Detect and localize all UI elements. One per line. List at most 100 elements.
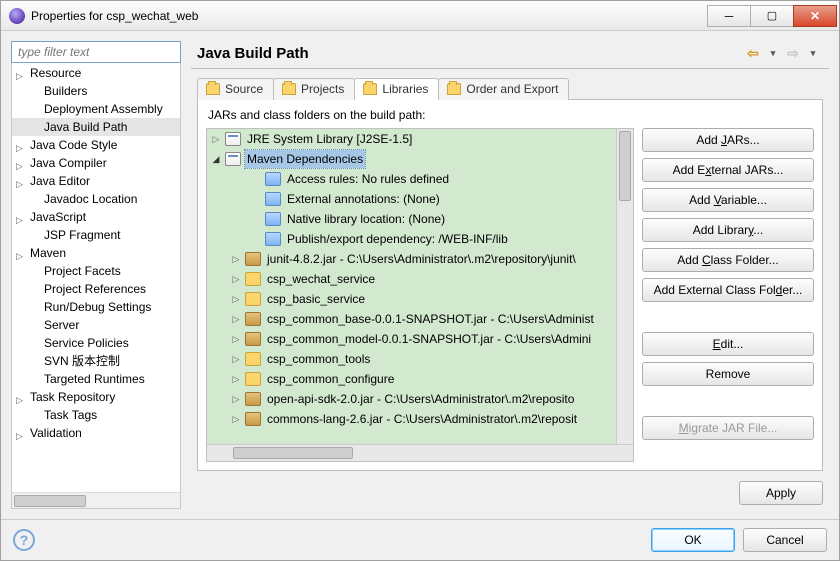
library-tree-row[interactable]: ▷csp_wechat_service bbox=[207, 269, 616, 289]
expand-icon[interactable]: ▷ bbox=[231, 310, 241, 328]
remove-button[interactable]: Remove bbox=[642, 362, 814, 386]
expand-icon[interactable] bbox=[16, 427, 26, 437]
expand-icon[interactable]: ▷ bbox=[231, 290, 241, 308]
sidebar-hscrollbar[interactable] bbox=[12, 492, 180, 508]
library-tree-row[interactable]: ▷junit-4.8.2.jar - C:\Users\Administrato… bbox=[207, 249, 616, 269]
expand-icon[interactable]: ▷ bbox=[231, 370, 241, 388]
library-label: External annotations: (None) bbox=[285, 190, 442, 208]
add-jars-button[interactable]: Add JARs... bbox=[642, 128, 814, 152]
sidebar-item[interactable]: JSP Fragment bbox=[12, 226, 180, 244]
forward-icon[interactable]: ⇨ bbox=[785, 46, 801, 62]
sidebar-item-label: Javadoc Location bbox=[44, 192, 137, 206]
sidebar-item[interactable]: Javadoc Location bbox=[12, 190, 180, 208]
sidebar-item-label: Maven bbox=[30, 246, 66, 260]
add-variable-button[interactable]: Add Variable... bbox=[642, 188, 814, 212]
help-icon[interactable]: ? bbox=[13, 529, 35, 551]
close-button[interactable] bbox=[793, 5, 837, 27]
libraries-tree-wrapper: ▷JRE System Library [J2SE-1.5]◢Maven Dep… bbox=[206, 128, 634, 462]
back-menu-icon[interactable]: ▾ bbox=[765, 46, 781, 62]
tree-hscrollbar[interactable] bbox=[207, 444, 633, 461]
library-label: csp_basic_service bbox=[265, 290, 367, 308]
apply-button[interactable]: Apply bbox=[739, 481, 823, 505]
sidebar-item[interactable]: Task Tags bbox=[12, 406, 180, 424]
add-library-button[interactable]: Add Library... bbox=[642, 218, 814, 242]
jar-icon bbox=[245, 312, 261, 326]
sidebar-item[interactable]: Java Editor bbox=[12, 172, 180, 190]
expand-icon[interactable]: ◢ bbox=[211, 150, 221, 168]
add-external-jars-button[interactable]: Add External JARs... bbox=[642, 158, 814, 182]
dialog-footer: ? OK Cancel bbox=[1, 519, 839, 560]
maximize-button[interactable] bbox=[750, 5, 794, 27]
category-tree[interactable]: ResourceBuildersDeployment Assembly Java … bbox=[12, 62, 180, 492]
expand-icon[interactable]: ▷ bbox=[211, 130, 221, 148]
library-tree-row[interactable]: ▷commons-lang-2.6.jar - C:\Users\Adminis… bbox=[207, 409, 616, 429]
minimize-button[interactable] bbox=[707, 5, 751, 27]
sidebar-item-label: SVN 版本控制 bbox=[44, 354, 120, 368]
add-class-folder-button[interactable]: Add Class Folder... bbox=[642, 248, 814, 272]
sidebar-item[interactable]: Java Code Style bbox=[12, 136, 180, 154]
sidebar-item-label: Java Build Path bbox=[44, 120, 127, 134]
expand-icon[interactable] bbox=[16, 175, 26, 185]
library-tree-row[interactable]: ▷csp_common_model-0.0.1-SNAPSHOT.jar - C… bbox=[207, 329, 616, 349]
library-tree-row[interactable]: ◢Maven Dependencies bbox=[207, 149, 616, 169]
sidebar-item[interactable]: Project References bbox=[12, 280, 180, 298]
forward-menu-icon[interactable]: ▾ bbox=[805, 46, 821, 62]
tab-source[interactable]: Source bbox=[197, 78, 274, 100]
library-tree-row[interactable]: External annotations: (None) bbox=[207, 189, 616, 209]
library-tree-row[interactable]: Publish/export dependency: /WEB-INF/lib bbox=[207, 229, 616, 249]
expand-icon[interactable]: ▷ bbox=[231, 410, 241, 428]
sidebar-item-label: Targeted Runtimes bbox=[44, 372, 145, 386]
sidebar-item[interactable]: Validation bbox=[12, 424, 180, 442]
sidebar-item[interactable]: JavaScript bbox=[12, 208, 180, 226]
library-tree-row[interactable]: ▷JRE System Library [J2SE-1.5] bbox=[207, 129, 616, 149]
expand-icon[interactable] bbox=[16, 67, 26, 77]
library-tree-row[interactable]: ▷csp_common_configure bbox=[207, 369, 616, 389]
sidebar-item[interactable]: SVN 版本控制 bbox=[12, 352, 180, 370]
library-tree-row[interactable]: Access rules: No rules defined bbox=[207, 169, 616, 189]
filter-input[interactable] bbox=[16, 44, 176, 60]
library-tree-row[interactable]: ▷csp_common_base-0.0.1-SNAPSHOT.jar - C:… bbox=[207, 309, 616, 329]
sidebar-item[interactable]: Project Facets bbox=[12, 262, 180, 280]
sidebar-item[interactable]: Resource bbox=[12, 64, 180, 82]
tab-order-export[interactable]: Order and Export bbox=[438, 78, 569, 100]
back-icon[interactable]: ⇦ bbox=[745, 46, 761, 62]
sidebar-item-label: Java Compiler bbox=[30, 156, 107, 170]
tab-libraries[interactable]: Libraries bbox=[354, 78, 439, 100]
sidebar-item[interactable]: Service Policies bbox=[12, 334, 180, 352]
edit-button[interactable]: Edit... bbox=[642, 332, 814, 356]
library-label: Native library location: (None) bbox=[285, 210, 447, 228]
sidebar-item[interactable]: Run/Debug Settings bbox=[12, 298, 180, 316]
sidebar-item[interactable]: Targeted Runtimes bbox=[12, 370, 180, 388]
expand-icon[interactable]: ▷ bbox=[231, 270, 241, 288]
library-tree-row[interactable]: ▷csp_common_tools bbox=[207, 349, 616, 369]
library-label: open-api-sdk-2.0.jar - C:\Users\Administ… bbox=[265, 390, 576, 408]
expand-icon[interactable] bbox=[16, 211, 26, 221]
folder-icon bbox=[282, 83, 296, 95]
sidebar-item-label: Java Code Style bbox=[30, 138, 117, 152]
expand-icon[interactable]: ▷ bbox=[231, 250, 241, 268]
expand-icon[interactable]: ▷ bbox=[231, 350, 241, 368]
cancel-button[interactable]: Cancel bbox=[743, 528, 827, 552]
sidebar-item[interactable]: Task Repository bbox=[12, 388, 180, 406]
expand-icon[interactable] bbox=[16, 139, 26, 149]
sidebar-item[interactable]: Builders bbox=[12, 82, 180, 100]
sidebar-item[interactable]: Java Build Path bbox=[12, 118, 180, 136]
expand-icon[interactable]: ▷ bbox=[231, 390, 241, 408]
expand-icon[interactable] bbox=[16, 391, 26, 401]
expand-icon[interactable] bbox=[16, 247, 26, 257]
sidebar-item[interactable]: Java Compiler bbox=[12, 154, 180, 172]
titlebar[interactable]: Properties for csp_wechat_web bbox=[1, 1, 839, 31]
tab-projects[interactable]: Projects bbox=[273, 78, 355, 100]
tree-vscrollbar[interactable] bbox=[616, 129, 633, 444]
libraries-tree[interactable]: ▷JRE System Library [J2SE-1.5]◢Maven Dep… bbox=[207, 129, 633, 444]
expand-icon[interactable] bbox=[16, 157, 26, 167]
sidebar-item[interactable]: Maven bbox=[12, 244, 180, 262]
expand-icon[interactable]: ▷ bbox=[231, 330, 241, 348]
sidebar-item[interactable]: Deployment Assembly bbox=[12, 100, 180, 118]
sidebar-item[interactable]: Server bbox=[12, 316, 180, 334]
add-external-class-folder-button[interactable]: Add External Class Folder... bbox=[642, 278, 814, 302]
library-tree-row[interactable]: Native library location: (None) bbox=[207, 209, 616, 229]
library-tree-row[interactable]: ▷ csp_basic_service bbox=[207, 289, 616, 309]
ok-button[interactable]: OK bbox=[651, 528, 735, 552]
library-tree-row[interactable]: ▷ open-api-sdk-2.0.jar - C:\Users\Adminis… bbox=[207, 389, 616, 409]
